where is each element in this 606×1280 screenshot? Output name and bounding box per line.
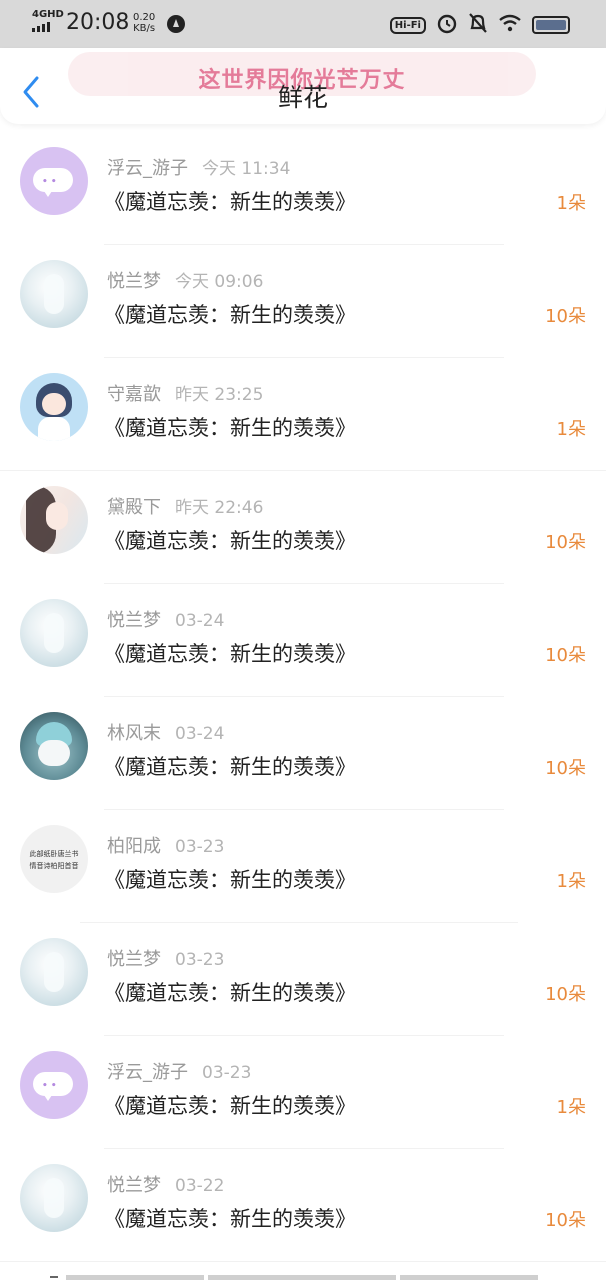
list-item[interactable]: • • 浮云_游子 今天 11:34 《魔道忘羡：新生的羡羡》 1朵 [0, 132, 606, 245]
status-icons: Hi-Fi [389, 12, 570, 38]
user-name[interactable]: 守嘉歆 [107, 384, 161, 405]
book-title: 《魔道忘羡：新生的羡羡》 [104, 190, 356, 214]
book-title: 《魔道忘羡：新生的羡羡》 [104, 642, 356, 666]
bottom-indicator [50, 1276, 58, 1278]
net-speed-value: 0.20 [133, 12, 156, 23]
app-notification-icon [166, 14, 186, 38]
book-title: 《魔道忘羡：新生的羡羡》 [104, 755, 356, 779]
avatar-flower-image[interactable] [20, 599, 88, 667]
bottom-partial-strip [66, 1275, 538, 1280]
user-name[interactable]: 林风末 [107, 723, 161, 744]
timestamp: 03-23 [175, 837, 225, 857]
avatar-chat-bubble-icon[interactable]: • • [20, 147, 88, 215]
flower-count: 1朵 [556, 1097, 586, 1118]
list-item[interactable]: 悦兰梦 03-22 《魔道忘羡：新生的羡羡》 10朵 [0, 1149, 606, 1262]
flower-count: 1朵 [556, 419, 586, 440]
avatar-flower-image[interactable] [20, 938, 88, 1006]
flower-count: 10朵 [545, 758, 586, 779]
flower-count: 10朵 [545, 1210, 586, 1231]
hifi-icon: Hi-Fi [389, 16, 426, 34]
flower-count: 1朵 [556, 193, 586, 214]
list-item[interactable]: 悦兰梦 03-24 《魔道忘羡：新生的羡羡》 10朵 [0, 584, 606, 697]
flower-count: 10朵 [545, 532, 586, 553]
flower-count: 10朵 [545, 984, 586, 1005]
avatar-flower-image[interactable] [20, 260, 88, 328]
top-bar: 这世界因你光芒万丈 鲜花 [0, 48, 606, 124]
list-item[interactable]: 悦兰梦 03-23 《魔道忘羡：新生的羡羡》 10朵 [0, 923, 606, 1036]
flower-count: 1朵 [556, 871, 586, 892]
book-title: 《魔道忘羡：新生的羡羡》 [104, 1207, 356, 1231]
user-name[interactable]: 悦兰梦 [107, 1175, 161, 1196]
user-name[interactable]: 悦兰梦 [107, 271, 161, 292]
timestamp: 03-23 [202, 1063, 252, 1083]
list-item[interactable]: 此部纸卧唐兰书 情音诗柏阳首音 柏阳成 03-23 《魔道忘羡：新生的羡羡》 1朵 [0, 810, 606, 923]
avatar-flower-image[interactable] [20, 1164, 88, 1232]
alarm-icon [436, 12, 458, 38]
user-name[interactable]: 悦兰梦 [107, 610, 161, 631]
timestamp: 今天 11:34 [202, 159, 291, 179]
list-item[interactable]: 悦兰梦 今天 09:06 《魔道忘羡：新生的羡羡》 10朵 [0, 245, 606, 358]
timestamp: 今天 09:06 [175, 272, 264, 292]
timestamp: 03-22 [175, 1176, 225, 1196]
timestamp: 03-24 [175, 724, 225, 744]
avatar-text-line: 此部纸卧唐兰书 [29, 850, 79, 858]
divider [0, 1261, 606, 1262]
flower-count: 10朵 [545, 645, 586, 666]
list-item[interactable]: 林风末 03-24 《魔道忘羡：新生的羡羡》 10朵 [0, 697, 606, 810]
avatar-text-line: 情音诗柏阳首音 [29, 862, 79, 870]
book-title: 《魔道忘羡：新生的羡羡》 [104, 529, 356, 553]
timestamp: 03-23 [175, 950, 225, 970]
timestamp: 昨天 23:25 [175, 385, 264, 405]
avatar-cat-image[interactable] [20, 712, 88, 780]
clock: 20:08 [66, 10, 130, 35]
avatar-chat-bubble-icon[interactable]: • • [20, 1051, 88, 1119]
flower-record-list: • • 浮云_游子 今天 11:34 《魔道忘羡：新生的羡羡》 1朵 悦兰梦 今天 … [0, 132, 606, 1262]
page-title: 鲜花 [277, 83, 328, 112]
signal-indicator: 4GHD [32, 10, 64, 32]
user-name[interactable]: 浮云_游子 [107, 1062, 188, 1083]
network-type: 4GHD [32, 9, 64, 20]
list-item[interactable]: 守嘉歆 昨天 23:25 《魔道忘羡：新生的羡羡》 1朵 [0, 358, 606, 471]
flower-count: 10朵 [545, 306, 586, 327]
net-speed: 0.20 KB/s [133, 12, 155, 34]
user-name[interactable]: 黛殿下 [107, 497, 161, 518]
book-title: 《魔道忘羡：新生的羡羡》 [104, 303, 356, 327]
list-item[interactable]: • • 浮云_游子 03-23 《魔道忘羡：新生的羡羡》 1朵 [0, 1036, 606, 1149]
book-title: 《魔道忘羡：新生的羡羡》 [104, 416, 356, 440]
status-bar: 4GHD 20:08 0.20 KB/s Hi-Fi [0, 0, 606, 48]
mute-bell-icon [468, 12, 488, 38]
user-name[interactable]: 浮云_游子 [107, 158, 188, 179]
user-name[interactable]: 柏阳成 [107, 836, 161, 857]
wifi-icon [498, 13, 522, 37]
avatar-text-image[interactable]: 此部纸卧唐兰书 情音诗柏阳首音 [20, 825, 88, 893]
avatar-anime-girl-image[interactable] [20, 373, 88, 441]
battery-icon [532, 16, 570, 34]
timestamp: 昨天 22:46 [175, 498, 264, 518]
user-name[interactable]: 悦兰梦 [107, 949, 161, 970]
net-speed-unit: KB/s [133, 23, 156, 34]
signal-bars-icon [32, 22, 64, 32]
timestamp: 03-24 [175, 611, 225, 631]
book-title: 《魔道忘羡：新生的羡羡》 [104, 1094, 356, 1118]
book-title: 《魔道忘羡：新生的羡羡》 [104, 981, 356, 1005]
avatar-lady-image[interactable] [20, 486, 88, 554]
list-item[interactable]: 黛殿下 昨天 22:46 《魔道忘羡：新生的羡羡》 10朵 [0, 471, 606, 584]
book-title: 《魔道忘羡：新生的羡羡》 [104, 868, 356, 892]
